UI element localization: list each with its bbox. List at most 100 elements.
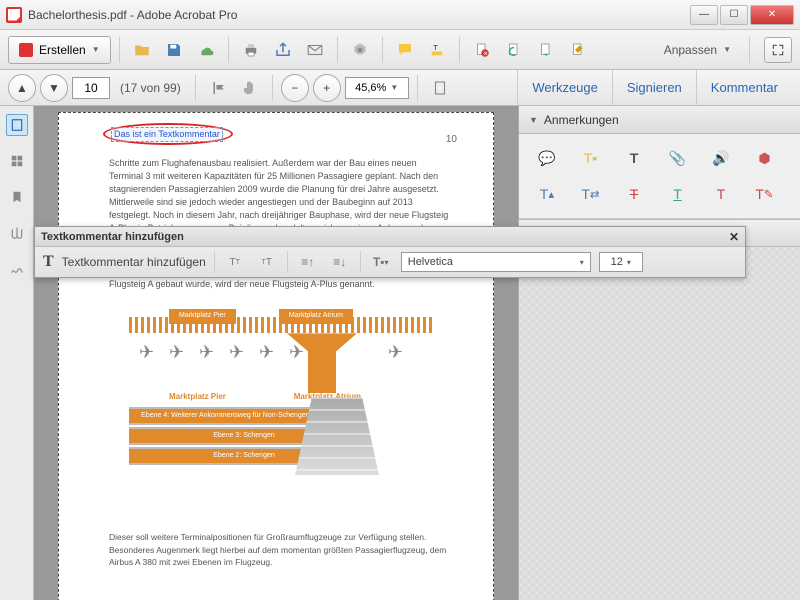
font-size-select[interactable]: 12▾ <box>599 252 643 272</box>
select-tool-button[interactable] <box>204 74 232 102</box>
chevron-down-icon: ▼ <box>390 83 398 92</box>
pdf-page: 10 Das ist ein Textkommentar Schritte zu… <box>58 112 494 600</box>
highlight-tool[interactable]: T▪ <box>577 146 605 170</box>
zoom-out-button[interactable]: − <box>281 74 309 102</box>
add-note-tool[interactable]: T <box>707 182 735 206</box>
increase-font-button[interactable]: TT <box>255 251 279 273</box>
annotation-tools: 💬 T▪ T 📎 🔊 ⬢ T▴ T⇄ T T T T✎ <box>519 134 800 219</box>
print-button[interactable] <box>237 36 265 64</box>
page-number: 10 <box>446 133 457 148</box>
chevron-down-icon: ▼ <box>723 45 731 54</box>
rotate-page-button[interactable] <box>500 36 528 64</box>
open-button[interactable] <box>128 36 156 64</box>
fullscreen-button[interactable] <box>764 37 792 63</box>
close-icon[interactable]: ✕ <box>729 230 739 244</box>
separator <box>382 37 383 63</box>
line-spacing-inc-button[interactable]: ≡↑ <box>296 251 320 273</box>
email-button[interactable] <box>301 36 329 64</box>
save-button[interactable] <box>160 36 188 64</box>
pages-tab[interactable] <box>6 150 28 172</box>
separator <box>119 37 120 63</box>
plane-icon: ✈ <box>259 339 274 365</box>
svg-text:T: T <box>433 43 438 52</box>
hand-tool-button[interactable] <box>236 74 264 102</box>
comment-list-area <box>519 247 800 600</box>
underline-tool[interactable]: T <box>664 182 692 206</box>
audio-tool[interactable]: 🔊 <box>707 146 735 170</box>
separator <box>228 37 229 63</box>
separator <box>417 75 418 101</box>
zoom-in-button[interactable]: + <box>313 74 341 102</box>
text-comment-label: Textkommentar hinzufügen <box>62 255 206 269</box>
line-spacing-dec-button[interactable]: ≡↓ <box>328 251 352 273</box>
page-count-label: (17 von 99) <box>120 81 181 95</box>
tools-panel-link[interactable]: Werkzeuge <box>517 70 612 106</box>
page-diagram: Marktplatz Pier Marktplatz Atrium ✈ ✈ ✈ … <box>109 309 453 519</box>
separator <box>195 75 196 101</box>
nav-toolbar: ▲ ▼ (17 von 99) − + 45,6%▼ Werkzeuge Sig… <box>0 70 800 106</box>
plane-icon: ✈ <box>199 339 214 365</box>
attachments-tab[interactable] <box>6 222 28 244</box>
gear-button[interactable] <box>346 36 374 64</box>
extract-page-button[interactable] <box>532 36 560 64</box>
customize-label: Anpassen <box>664 43 717 57</box>
bookmarks-tab[interactable] <box>6 186 28 208</box>
create-button[interactable]: Erstellen ▼ <box>8 36 111 64</box>
text-tool[interactable]: T <box>620 146 648 170</box>
document-area[interactable]: 10 Das ist ein Textkommentar Schritte zu… <box>34 106 518 600</box>
thumbnails-tab[interactable] <box>6 114 28 136</box>
plane-icon: ✈ <box>169 339 184 365</box>
separator <box>272 75 273 101</box>
comment-bubble-button[interactable] <box>391 36 419 64</box>
svg-text:✕: ✕ <box>483 51 488 57</box>
chevron-down-icon: ▼ <box>92 45 100 54</box>
signatures-tab[interactable] <box>6 258 28 280</box>
text-annotation[interactable]: Das ist ein Textkommentar <box>111 127 223 142</box>
highlight-button[interactable]: T <box>423 36 451 64</box>
insert-text-tool[interactable]: T▴ <box>533 182 561 206</box>
plane-icon: ✈ <box>139 339 154 365</box>
close-button[interactable]: ✕ <box>750 5 794 25</box>
decrease-font-button[interactable]: TT <box>223 251 247 273</box>
sign-panel-link[interactable]: Signieren <box>612 70 696 106</box>
plane-icon: ✈ <box>388 339 403 365</box>
create-icon <box>19 43 33 57</box>
body-text-2: Flugsteig A gebaut wurde, wird der neue … <box>109 278 453 291</box>
plane-icon: ✈ <box>229 339 244 365</box>
annotations-panel-header[interactable]: ▼ Anmerkungen <box>519 106 800 134</box>
cloud-button[interactable] <box>192 36 220 64</box>
left-sidebar <box>0 106 34 600</box>
customize-menu[interactable]: Anpassen ▼ <box>654 37 741 63</box>
create-label: Erstellen <box>39 43 86 57</box>
page-number-input[interactable] <box>72 77 110 99</box>
delete-page-button[interactable]: ✕ <box>468 36 496 64</box>
collapse-icon: ▼ <box>529 115 538 125</box>
window-titlebar: Bachelorthesis.pdf - Adobe Acrobat Pro —… <box>0 0 800 30</box>
text-comment-toolbar-header[interactable]: Textkommentar hinzufügen ✕ <box>35 227 745 247</box>
separator <box>459 37 460 63</box>
text-tool-icon: T <box>43 253 54 271</box>
right-panel: ▼ Anmerkungen 💬 T▪ T 📎 🔊 ⬢ T▴ T⇄ T T T T… <box>518 106 800 600</box>
body-text-3: Dieser soll weitere Terminalpositionen f… <box>109 531 453 568</box>
font-family-select[interactable]: Helvetica▾ <box>401 252 591 272</box>
sticky-note-tool[interactable]: 💬 <box>533 146 561 170</box>
replace-text-tool[interactable]: T⇄ <box>577 182 605 206</box>
strikethrough-tool[interactable]: T <box>620 182 648 206</box>
attach-tool[interactable]: 📎 <box>664 146 692 170</box>
minimize-button[interactable]: — <box>690 5 718 25</box>
stamp-tool[interactable]: ⬢ <box>751 146 779 170</box>
window-title: Bachelorthesis.pdf - Adobe Acrobat Pro <box>28 8 690 22</box>
text-correction-tool[interactable]: T✎ <box>751 182 779 206</box>
text-comment-toolbar: Textkommentar hinzufügen ✕ T Textkomment… <box>34 226 746 278</box>
comment-panel-link[interactable]: Kommentar <box>696 70 792 106</box>
text-color-button[interactable]: T▪▾ <box>369 251 393 273</box>
next-page-button[interactable]: ▼ <box>40 74 68 102</box>
separator <box>337 37 338 63</box>
share-button[interactable] <box>269 36 297 64</box>
main-toolbar: Erstellen ▼ T ✕ Anpassen ▼ <box>0 30 800 70</box>
zoom-level-select[interactable]: 45,6%▼ <box>345 77 409 99</box>
maximize-button[interactable]: ☐ <box>720 5 748 25</box>
prev-page-button[interactable]: ▲ <box>8 74 36 102</box>
fit-width-button[interactable] <box>426 74 454 102</box>
edit-page-button[interactable] <box>564 36 592 64</box>
